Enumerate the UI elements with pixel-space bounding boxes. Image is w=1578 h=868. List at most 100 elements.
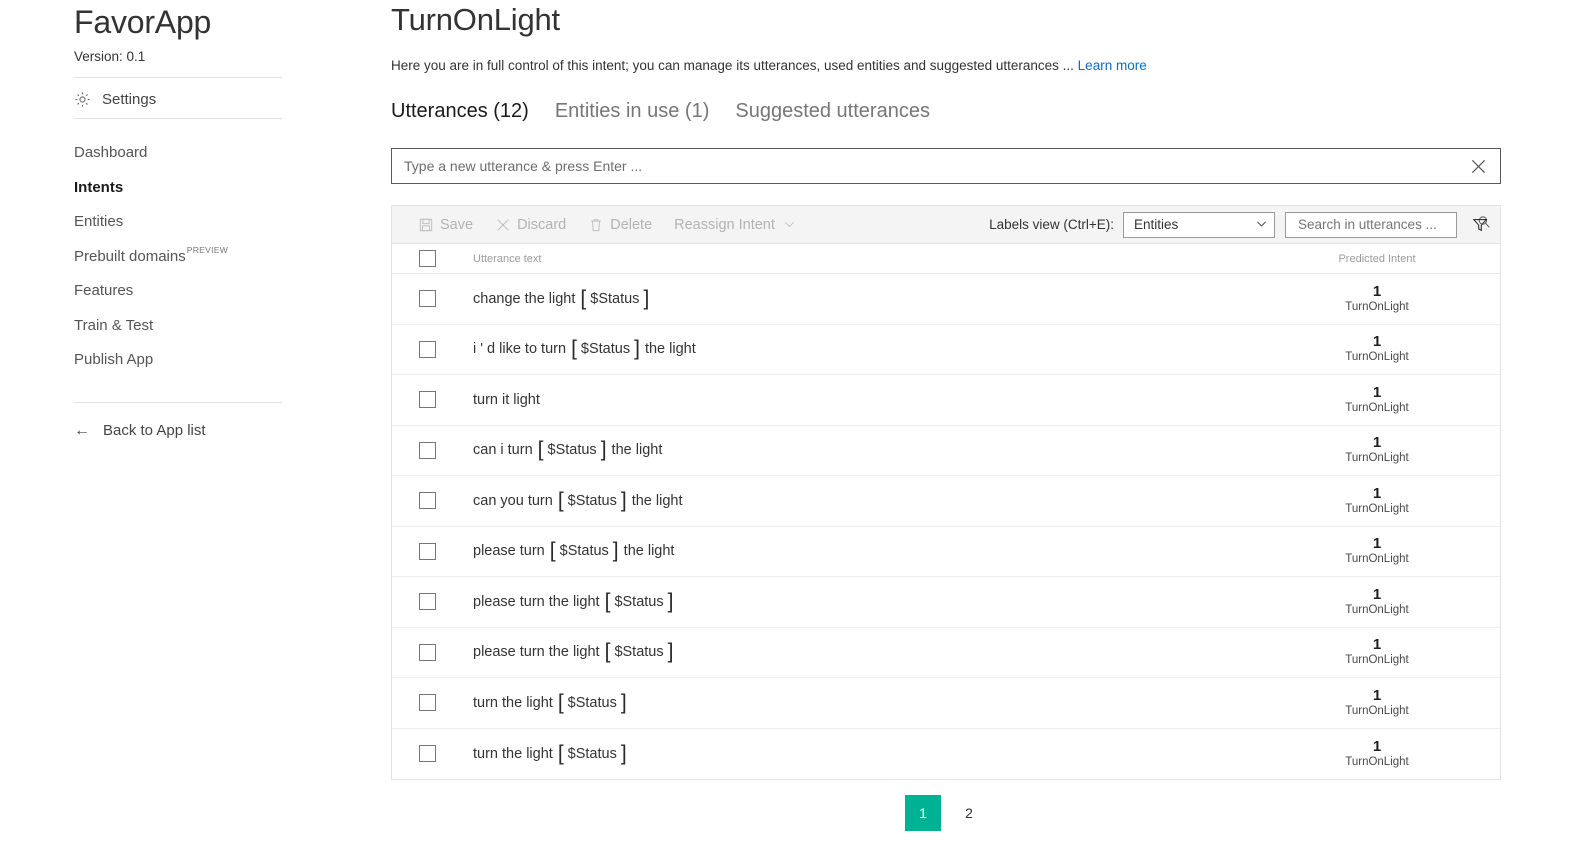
row-checkbox[interactable] [418,340,436,358]
utterance-text[interactable]: please turn the light [$Status] [462,641,1260,662]
sidebar-item-publish-app[interactable]: Publish App [74,343,294,378]
row-checkbox[interactable] [418,593,436,611]
page-button-1[interactable]: 1 [905,795,941,831]
sidebar-item-label: Publish App [74,351,154,368]
learn-more-link[interactable]: Learn more [1078,58,1147,73]
row-checkbox[interactable] [418,290,436,308]
row-select-cell [392,290,462,308]
row-checkbox[interactable] [418,492,436,510]
table-row[interactable]: turn the light [$Status] 1 TurnOnLight [392,678,1500,729]
page-button-2[interactable]: 2 [951,795,987,831]
row-checkbox[interactable] [418,643,436,661]
table-row[interactable]: can i turn [$Status] the light 1 TurnOnLig… [392,425,1500,476]
search-input[interactable] [1296,213,1477,236]
entity-label[interactable]: [$Status] [579,288,650,309]
table-row[interactable]: change the light [$Status] 1 TurnOnLight [392,274,1500,325]
table-row[interactable]: turn it light 1 TurnOnLight [392,375,1500,426]
arrow-left-icon: ← [74,421,90,439]
predicted-intent-cell: 1 TurnOnLight [1260,282,1500,314]
table-row[interactable]: can you turn [$Status] the light 1 TurnOnL… [392,476,1500,527]
tab-utterances[interactable]: Utterances (12) [391,100,529,123]
table-row[interactable]: please turn the light [$Status] 1 TurnOnLi… [392,627,1500,678]
save-button[interactable]: Save [418,217,473,233]
entity-label[interactable]: [$Status] [549,540,620,561]
entity-bracket-close: ] [600,438,607,462]
predicted-intent-cell: 1 TurnOnLight [1260,536,1500,566]
filter-icon[interactable] [1469,213,1491,237]
entity-bracket-close: ] [612,539,619,563]
sidebar-divider-mid [74,118,282,119]
row-checkbox[interactable] [418,745,436,763]
entity-bracket-close: ] [667,589,674,613]
sidebar-item-features[interactable]: Features [74,274,294,309]
row-checkbox[interactable] [418,391,436,409]
utterance-text[interactable]: can i turn [$Status] the light [462,439,1260,460]
back-to-app-list-link[interactable]: ← Back to App list [74,422,206,439]
new-utterance-field[interactable] [391,148,1501,184]
entity-bracket-open: [ [571,337,577,361]
sidebar-item-intents[interactable]: Intents [74,171,294,206]
labels-view-selected-value: Entities [1134,217,1179,232]
tab-entities-in-use[interactable]: Entities in use (1) [555,100,710,123]
row-checkbox[interactable] [418,441,436,459]
row-select-cell [392,391,462,409]
search-in-utterances-box[interactable] [1285,211,1490,238]
predicted-intent-cell: 1 TurnOnLight [1260,738,1500,769]
row-select-cell [392,643,462,661]
sidebar-item-dashboard[interactable]: Dashboard [74,136,294,171]
entity-label[interactable]: [$Status] [557,692,628,713]
entity-bracket-open: [ [537,438,544,462]
column-header-predicted-intent: Predicted Intent [1338,252,1416,265]
row-checkbox[interactable] [418,694,436,712]
sidebar-divider-top [74,77,282,78]
entity-label[interactable]: [$Status] [537,439,608,460]
tab-suggested-utterances[interactable]: Suggested utterances [735,100,930,123]
main-content: TurnOnLight Here you are in full control… [370,0,1578,868]
entity-label[interactable]: [$Status] [557,743,628,764]
predicted-intent-name: TurnOnLight [1345,755,1409,768]
row-select-cell [392,441,462,459]
utterance-text[interactable]: please turn the light [$Status] [462,591,1260,612]
utterance-text[interactable]: i ' d like to turn [$Status] the light [462,338,1260,359]
utterance-text[interactable]: turn it light [462,392,1260,408]
delete-button-label: Delete [610,216,653,233]
sidebar-item-entities[interactable]: Entities [74,205,294,240]
entity-label[interactable]: [$Status] [604,641,675,662]
utterance-text[interactable]: turn the light [$Status] [462,692,1260,713]
new-utterance-input[interactable] [392,149,1456,183]
utterance-text[interactable]: change the light [$Status] [462,288,1260,309]
predicted-intent-name: TurnOnLight [1345,401,1409,414]
entity-label[interactable]: [$Status] [570,338,641,359]
row-checkbox[interactable] [418,542,436,560]
table-row[interactable]: please turn the light [$Status] 1 TurnOnLi… [392,577,1500,628]
utterance-text-segment: please turn the light [473,644,604,661]
utterance-text[interactable]: please turn [$Status] the light [462,540,1260,561]
table-row[interactable]: turn the light [$Status] 1 TurnOnLight [392,728,1500,779]
sidebar-item-label: Features [74,282,134,299]
sidebar-item-train-and-test[interactable]: Train & Test [74,309,294,344]
utterance-text[interactable]: can you turn [$Status] the light [462,490,1260,511]
preview-badge: PREVIEW [186,244,229,255]
table-row[interactable]: i ' d like to turn [$Status] the light 1 T… [392,324,1500,375]
sidebar-nav: Dashboard Intents Entities Prebuilt doma… [74,136,294,378]
chevron-down-icon [1255,217,1268,233]
sidebar-item-settings[interactable]: Settings [74,86,282,112]
reassign-intent-button[interactable]: Reassign Intent [674,217,798,233]
trash-icon [588,217,604,233]
table-row[interactable]: please turn [$Status] the light 1 TurnOnLi… [392,526,1500,577]
entity-label[interactable]: [$Status] [604,591,675,612]
row-select-cell [392,492,462,510]
predicted-intent-score: 1 [1372,282,1382,300]
entity-name: $Status [559,543,609,560]
delete-button[interactable]: Delete [588,217,652,233]
discard-button[interactable]: Discard [495,217,566,233]
sidebar-item-prebuilt-domains[interactable]: Prebuilt domainsPREVIEW [74,240,294,275]
entity-bracket-open: [ [580,286,587,310]
labels-view-select[interactable]: Entities [1123,211,1275,238]
close-icon[interactable] [1456,149,1500,183]
select-all-checkbox[interactable] [418,250,436,267]
utterance-text[interactable]: turn the light [$Status] [462,743,1260,764]
table-header-row: Utterance text Predicted Intent [392,244,1500,274]
sidebar-item-label: Dashboard [74,144,148,161]
entity-label[interactable]: [$Status] [557,490,628,511]
